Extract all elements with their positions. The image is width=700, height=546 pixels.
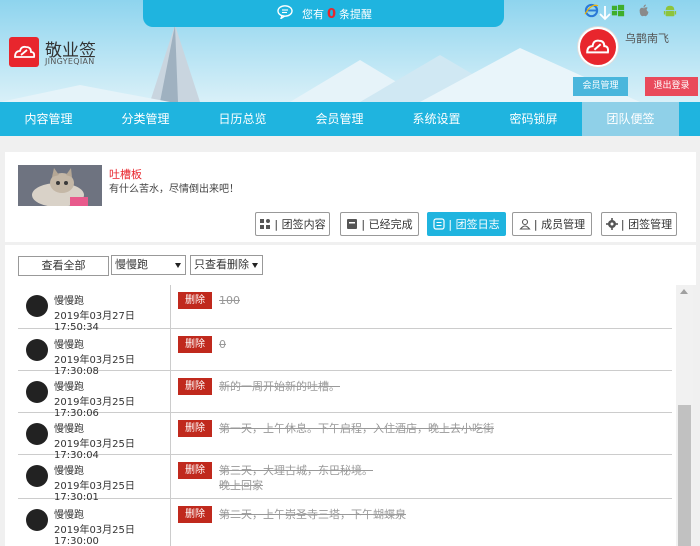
avatar [26,295,48,317]
log-content: 新的一周开始新的吐槽。 [219,380,340,393]
nav-item-team-notes[interactable]: 团队便签 [582,102,679,136]
view-all-button[interactable]: 查看全部 [18,256,109,276]
log-user-cell: 慢慢跑 2019年03月25日 17:30:01 [18,455,171,503]
log-user-cell: 慢慢跑 2019年03月25日 17:30:04 [18,413,171,461]
log-user-cell: 慢慢跑 2019年03月27日 17:50:34 [18,285,171,333]
log-row: 慢慢跑 2019年03月25日 17:30:01 删除 第三天，大理古城，东巴秘… [18,455,672,503]
platform-icons [583,2,678,19]
avatar [26,339,48,361]
logout-button[interactable]: 退出登录 [645,77,698,96]
apps-icon [260,219,271,229]
archive-icon [347,219,358,229]
board-description: 有什么苦水，尽情倒出来吧！ [109,184,239,195]
log-user-cell: 慢慢跑 2019年03月25日 17:30:00 [18,499,171,546]
log-row: 慢慢跑 2019年03月25日 17:30:04 删除 第一天，上午休息。下午启… [18,413,672,461]
log-content: 第一天，上午休息。下午启程，入住酒店，晚上去小吃街 [219,422,494,435]
tab-team-log[interactable]: | 团签日志 [427,212,506,236]
log-content: 100 [219,294,240,307]
notification-count: 0 [327,6,337,22]
chat-bubble-icon [277,5,293,19]
nav-item-category[interactable]: 分类管理 [97,102,194,136]
log-user-name: 慢慢跑 [54,296,84,307]
member-select[interactable]: 慢慢跑 [111,255,186,275]
log-content: 0 [219,338,226,351]
windows-icon[interactable] [609,2,626,19]
log-list: 慢慢跑 2019年03月27日 17:50:34 删除 100 慢慢跑 2019… [5,285,676,546]
log-user-name: 慢慢跑 [54,424,84,435]
dropdown-arrow-icon [175,263,181,268]
delete-badge: 删除 [178,462,212,479]
log-row: 慢慢跑 2019年03月25日 17:30:06 删除 新的一周开始新的吐槽。 [18,371,672,419]
board-panel: 吐槽板 有什么苦水，尽情倒出来吧！ | 团签内容 | 已经完成 | 团签日志 |… [5,152,696,242]
log-user-name: 慢慢跑 [54,340,84,351]
log-content: 第二天，上午崇圣寺三塔，下午蝴蝶泉 [219,508,406,521]
delete-badge: 删除 [178,336,212,353]
user-icon [519,218,531,230]
user-avatar[interactable] [578,27,618,67]
log-row: 慢慢跑 2019年03月27日 17:50:34 删除 100 [18,285,672,333]
nav-item-settings[interactable]: 系统设置 [388,102,485,136]
nav-item-calendar[interactable]: 日历总览 [194,102,291,136]
tab-member-management[interactable]: | 成员管理 [512,212,592,236]
member-management-button[interactable]: 会员管理 [573,77,628,96]
filter-bar: 查看全部 慢慢跑 只查看删除 [5,245,696,285]
notification-text: 您有 0 条提醒 [302,6,373,22]
tab-completed[interactable]: | 已经完成 [340,212,419,236]
log-row: 慢慢跑 2019年03月25日 17:30:08 删除 0 [18,329,672,377]
log-user-cell: 慢慢跑 2019年03月25日 17:30:08 [18,329,171,377]
avatar [26,423,48,445]
notification-bar[interactable]: 您有 0 条提醒 [143,0,611,27]
logo-icon [9,37,39,67]
dropdown-arrow-icon [252,263,258,268]
log-row: 慢慢跑 2019年03月25日 17:30:00 删除 第二天，上午崇圣寺三塔，… [18,499,672,546]
tab-team-content[interactable]: | 团签内容 [255,212,330,236]
username: 乌鹊南飞 [625,32,669,45]
nav-item-content[interactable]: 内容管理 [0,102,97,136]
avatar [26,465,48,487]
scroll-up-icon[interactable] [680,289,688,294]
delete-badge: 删除 [178,506,212,523]
log-user-name: 慢慢跑 [54,382,84,393]
apple-icon[interactable] [635,2,652,19]
tab-team-settings[interactable]: | 团签管理 [601,212,677,236]
delete-badge: 删除 [178,420,212,437]
log-icon [433,218,445,230]
scrollbar-thumb[interactable] [678,405,691,546]
gear-icon [605,218,618,230]
log-timestamp: 2019年03月25日 17:30:00 [54,525,135,546]
logo-subtitle: JINGYEQIAN [45,57,95,66]
board-thumbnail [18,165,102,206]
ie-icon[interactable] [583,2,600,19]
log-user-cell: 慢慢跑 2019年03月25日 17:30:06 [18,371,171,419]
nav-item-lockscreen[interactable]: 密码锁屏 [485,102,582,136]
delete-badge: 删除 [178,292,212,309]
log-content: 第三天，大理古城，东巴秘境。 晚上回家 [219,464,373,492]
nav-item-members[interactable]: 会员管理 [291,102,388,136]
main-nav: 内容管理 分类管理 日历总览 会员管理 系统设置 密码锁屏 团队便签 [0,102,700,136]
header: 您有 0 条提醒 敬业签 JINGYEQIAN 乌鹊南飞 会员管理 退出登录 [0,0,700,102]
android-icon[interactable] [661,2,678,19]
log-user-name: 慢慢跑 [54,466,84,477]
delete-badge: 删除 [178,378,212,395]
log-user-name: 慢慢跑 [54,510,84,521]
type-select[interactable]: 只查看删除 [190,255,263,275]
avatar [26,509,48,531]
list-scrollbar[interactable] [676,285,693,546]
avatar [26,381,48,403]
